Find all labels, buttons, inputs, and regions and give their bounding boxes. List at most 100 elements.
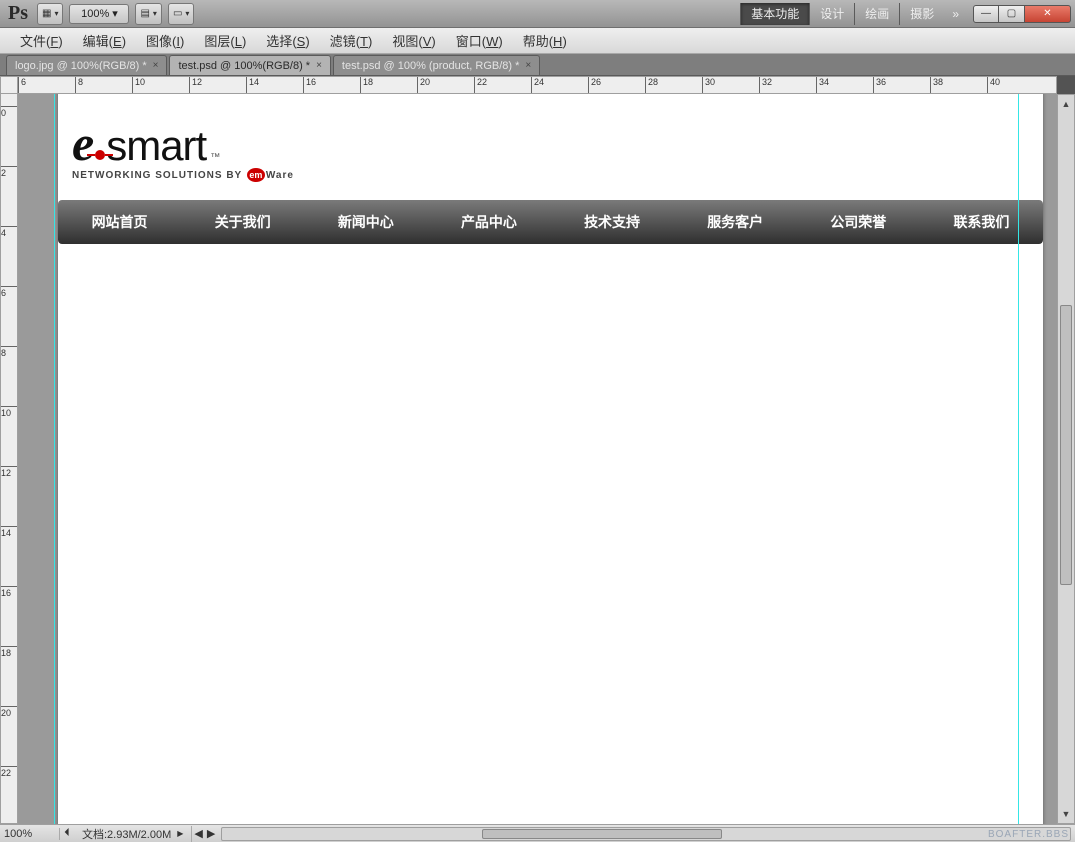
menu-filter[interactable]: 滤镜(T) <box>320 27 383 54</box>
ruler-tick: 16 <box>303 77 316 94</box>
logo-smart: smart <box>106 122 206 170</box>
logo-connector-icon <box>95 150 105 160</box>
ruler-corner <box>0 76 18 94</box>
ruler-tick: 34 <box>816 77 829 94</box>
guide-vertical-left[interactable] <box>54 94 55 824</box>
trademark-icon: ™ <box>210 152 220 163</box>
window-controls: — ▢ ✕ <box>973 5 1071 23</box>
ruler-tick: 26 <box>588 77 601 94</box>
hscroll-thumb[interactable] <box>482 829 722 839</box>
status-nav-right-icon[interactable]: ▶ <box>205 827 217 840</box>
ruler-tick: 40 <box>987 77 1000 94</box>
menu-edit[interactable]: 编辑(E) <box>73 27 136 54</box>
screen-mode-button[interactable]: ▭▾ <box>168 3 194 25</box>
tab-close-icon[interactable]: × <box>153 60 159 71</box>
work-area: 6810121416182022242628303234363840 02468… <box>0 76 1075 824</box>
emware-badge-icon: em <box>247 168 265 182</box>
ruler-tick: 2 <box>1 166 18 178</box>
maximize-button[interactable]: ▢ <box>999 5 1025 23</box>
bridge-button[interactable]: ▦▾ <box>37 3 63 25</box>
document-tab-label: test.psd @ 100%(RGB/8) * <box>178 60 310 72</box>
logo-tagline: NETWORKING SOLUTIONS BY emWare <box>72 168 1043 182</box>
nav-item-5[interactable]: 服务客户 <box>674 200 797 244</box>
status-bar: 100% ⏴ 文档:2.93M/2.00M▶ ◀ ▶ <box>0 824 1075 842</box>
guide-vertical-right[interactable] <box>1018 94 1019 824</box>
ruler-tick: 6 <box>18 77 26 94</box>
menu-select[interactable]: 选择(S) <box>256 27 319 54</box>
ruler-tick: 14 <box>1 526 18 538</box>
scroll-down-icon[interactable]: ▼ <box>1060 807 1072 821</box>
menu-help[interactable]: 帮助(H) <box>513 27 577 54</box>
ruler-tick: 0 <box>1 106 18 118</box>
ruler-tick: 16 <box>1 586 18 598</box>
workspace-photo[interactable]: 摄影 <box>899 3 944 25</box>
nav-item-4[interactable]: 技术支持 <box>551 200 674 244</box>
nav-item-6[interactable]: 公司荣誉 <box>797 200 920 244</box>
ruler-vertical[interactable]: 024681012141618202224 <box>0 94 18 824</box>
scroll-up-icon[interactable]: ▲ <box>1060 97 1072 111</box>
arrange-documents-button[interactable]: ▤▾ <box>135 3 161 25</box>
grid-icon: ▤ <box>140 8 149 19</box>
ruler-tick: 22 <box>474 77 487 94</box>
document-tab-1[interactable]: test.psd @ 100%(RGB/8) * × <box>169 55 330 75</box>
ruler-tick: 18 <box>360 77 373 94</box>
vertical-scrollbar[interactable]: ▲ ▼ <box>1057 94 1075 824</box>
tab-close-icon[interactable]: × <box>525 60 531 71</box>
ruler-tick: 20 <box>417 77 430 94</box>
site-logo: e smart ™ NETWORKING SOLUTIONS BY emWare <box>58 94 1043 190</box>
ruler-horizontal[interactable]: 6810121416182022242628303234363840 <box>18 76 1057 94</box>
status-nav-left-icon[interactable]: ◀ <box>192 827 204 840</box>
watermark: BOAFTER.BBS <box>988 829 1069 840</box>
minimize-button[interactable]: — <box>973 5 999 23</box>
menu-layer[interactable]: 图层(L) <box>194 27 256 54</box>
workspace-basic[interactable]: 基本功能 <box>740 3 809 25</box>
ruler-tick: 30 <box>702 77 715 94</box>
nav-item-3[interactable]: 产品中心 <box>427 200 550 244</box>
ruler-tick: 18 <box>1 646 18 658</box>
menu-file[interactable]: 文件(F) <box>10 27 73 54</box>
menu-bar: 文件(F) 编辑(E) 图像(I) 图层(L) 选择(S) 滤镜(T) 视图(V… <box>0 28 1075 54</box>
nav-item-0[interactable]: 网站首页 <box>58 200 181 244</box>
menu-image[interactable]: 图像(I) <box>136 27 194 54</box>
document-tab-label: test.psd @ 100% (product, RGB/8) * <box>342 60 519 72</box>
logo-e: e <box>72 114 94 172</box>
tab-close-icon[interactable]: × <box>316 60 322 71</box>
menu-window[interactable]: 窗口(W) <box>446 27 513 54</box>
canvas-viewport[interactable]: e smart ™ NETWORKING SOLUTIONS BY emWare… <box>18 94 1057 824</box>
ruler-tick: 24 <box>531 77 544 94</box>
document-tab-label: logo.jpg @ 100%(RGB/8) * <box>15 60 147 72</box>
document-tab-2[interactable]: test.psd @ 100% (product, RGB/8) * × <box>333 55 540 75</box>
ruler-tick: 38 <box>930 77 943 94</box>
zoom-field[interactable]: 100% ▾ <box>69 4 129 24</box>
ruler-tick: 14 <box>246 77 259 94</box>
ruler-tick: 12 <box>189 77 202 94</box>
nav-item-7[interactable]: 联系我们 <box>920 200 1043 244</box>
document-tab-bar: logo.jpg @ 100%(RGB/8) *×test.psd @ 100%… <box>0 54 1075 76</box>
nav-item-2[interactable]: 新闻中心 <box>304 200 427 244</box>
application-bar: Ps ▦▾ 100% ▾ ▤▾ ▭▾ 基本功能 设计 绘画 摄影 » — ▢ ✕ <box>0 0 1075 28</box>
horizontal-scrollbar[interactable] <box>221 827 1071 841</box>
ruler-tick: 12 <box>1 466 18 478</box>
app-logo: Ps <box>8 2 28 25</box>
menu-view[interactable]: 视图(V) <box>382 27 445 54</box>
status-arrow-icon[interactable]: ⏴ <box>60 827 74 840</box>
workspace-more-icon[interactable]: » <box>944 7 967 21</box>
ruler-tick: 10 <box>1 406 18 418</box>
ruler-tick: 10 <box>132 77 145 94</box>
status-doc-info[interactable]: 文档:2.93M/2.00M▶ <box>74 826 192 842</box>
ruler-tick: 36 <box>873 77 886 94</box>
canvas[interactable]: e smart ™ NETWORKING SOLUTIONS BY emWare… <box>58 94 1043 824</box>
nav-item-1[interactable]: 关于我们 <box>181 200 304 244</box>
close-button[interactable]: ✕ <box>1025 5 1071 23</box>
ruler-tick: 8 <box>1 346 18 358</box>
ruler-tick: 20 <box>1 706 18 718</box>
workspace-design[interactable]: 设计 <box>809 3 854 25</box>
screen-icon: ▭ <box>173 8 182 19</box>
ruler-tick: 8 <box>75 77 83 94</box>
document-tab-0[interactable]: logo.jpg @ 100%(RGB/8) * × <box>6 55 167 75</box>
workspace-paint[interactable]: 绘画 <box>854 3 899 25</box>
ruler-tick: 6 <box>1 286 18 298</box>
ruler-tick: 22 <box>1 766 18 778</box>
scroll-thumb[interactable] <box>1060 305 1072 585</box>
status-zoom[interactable]: 100% <box>0 828 60 840</box>
